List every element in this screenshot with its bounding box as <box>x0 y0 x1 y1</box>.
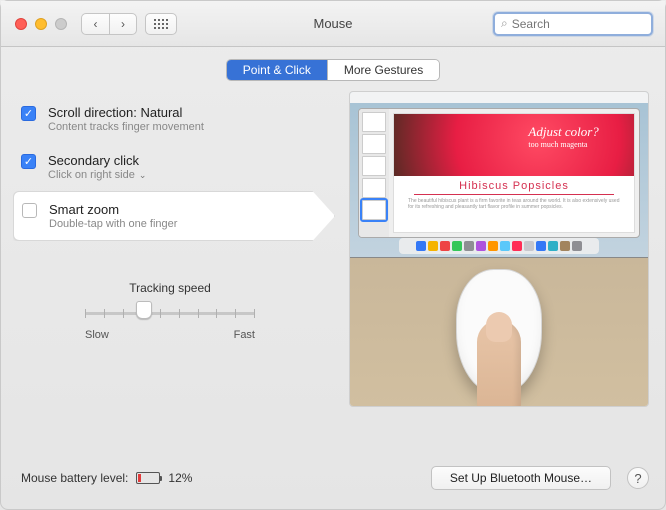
preview-dock <box>399 238 599 254</box>
option-smart-zoom[interactable]: Smart zoom Double-tap with one finger <box>13 191 335 241</box>
preview-document: Adjust color? too much magenta Hibiscus … <box>393 113 635 233</box>
preview-hero-image: Adjust color? too much magenta <box>394 114 634 176</box>
back-button[interactable]: ‹ <box>81 13 109 35</box>
option-subtitle: Double-tap with one finger <box>49 218 177 230</box>
battery-percent: 12% <box>168 471 192 485</box>
tracking-speed-slider[interactable] <box>85 303 255 323</box>
tabs-row: Point & Click More Gestures <box>1 59 665 81</box>
preview-doc-text: The beautiful hibiscus plant is a firm f… <box>394 195 634 213</box>
tab-segment: Point & Click More Gestures <box>226 59 440 81</box>
show-all-prefs-button[interactable] <box>145 13 177 35</box>
preview-menubar <box>350 92 648 103</box>
close-window-icon[interactable] <box>15 18 27 30</box>
option-text: Smart zoom Double-tap with one finger <box>49 202 177 230</box>
nav-buttons: ‹ › <box>81 13 137 35</box>
preview-desk <box>350 258 648 406</box>
option-subtitle: Content tracks finger movement <box>48 121 204 133</box>
mouse-icon <box>456 269 542 395</box>
slider-knob[interactable] <box>136 301 152 319</box>
option-subtitle[interactable]: Click on right side ⌄ <box>48 169 146 181</box>
main-area: ✓ Scroll direction: Natural Content trac… <box>1 91 665 415</box>
minimize-window-icon[interactable] <box>35 18 47 30</box>
chevron-right-icon: › <box>121 17 125 31</box>
zoom-window-icon <box>55 18 67 30</box>
preview-thumbnails <box>359 109 389 237</box>
forward-button[interactable]: › <box>109 13 137 35</box>
preview-doc-title: Hibiscus Popsicles <box>394 176 634 194</box>
option-secondary-click[interactable]: ✓ Secondary click Click on right side ⌄ <box>5 143 335 191</box>
slider-max-label: Fast <box>234 329 255 341</box>
checkbox-scroll-direction[interactable]: ✓ <box>21 106 36 121</box>
search-input[interactable] <box>512 17 666 31</box>
battery-icon <box>136 472 160 484</box>
footer: Mouse battery level: 12% Set Up Bluetoot… <box>1 457 665 509</box>
preview-window: Adjust color? too much magenta Hibiscus … <box>358 108 640 238</box>
search-icon: ⌕ <box>501 16 508 31</box>
window-controls <box>15 18 67 30</box>
slider-end-labels: Slow Fast <box>85 329 255 341</box>
grid-icon <box>154 19 168 29</box>
option-text: Secondary click Click on right side ⌄ <box>48 153 146 181</box>
search-field[interactable]: ⌕ <box>493 12 653 36</box>
option-title: Scroll direction: Natural <box>48 105 204 120</box>
preview-hero-annotation: Adjust color? too much magenta <box>528 124 598 149</box>
help-button[interactable]: ? <box>627 467 649 489</box>
option-title: Smart zoom <box>49 202 177 217</box>
gesture-preview: Adjust color? too much magenta Hibiscus … <box>349 91 649 407</box>
chevron-left-icon: ‹ <box>94 17 98 31</box>
tracking-speed-block: Tracking speed Slow Fast <box>85 281 255 341</box>
battery-status: Mouse battery level: 12% <box>21 471 192 485</box>
tab-more-gestures[interactable]: More Gestures <box>327 60 439 80</box>
chevron-down-icon: ⌄ <box>139 170 147 181</box>
checkbox-smart-zoom[interactable] <box>22 203 37 218</box>
titlebar: ‹ › Mouse ⌕ <box>1 1 665 47</box>
tracking-speed-label: Tracking speed <box>85 281 255 295</box>
option-title: Secondary click <box>48 153 146 168</box>
options-panel: ✓ Scroll direction: Natural Content trac… <box>5 91 335 407</box>
option-text: Scroll direction: Natural Content tracks… <box>48 105 204 133</box>
setup-bluetooth-button[interactable]: Set Up Bluetooth Mouse… <box>431 466 611 490</box>
option-scroll-direction[interactable]: ✓ Scroll direction: Natural Content trac… <box>5 95 335 143</box>
slider-min-label: Slow <box>85 329 109 341</box>
slider-ticks <box>85 309 255 318</box>
tab-point-and-click[interactable]: Point & Click <box>227 60 327 80</box>
preview-screen: Adjust color? too much magenta Hibiscus … <box>350 92 648 258</box>
battery-label: Mouse battery level: <box>21 471 128 485</box>
checkbox-secondary-click[interactable]: ✓ <box>21 154 36 169</box>
finger-icon <box>477 320 521 407</box>
